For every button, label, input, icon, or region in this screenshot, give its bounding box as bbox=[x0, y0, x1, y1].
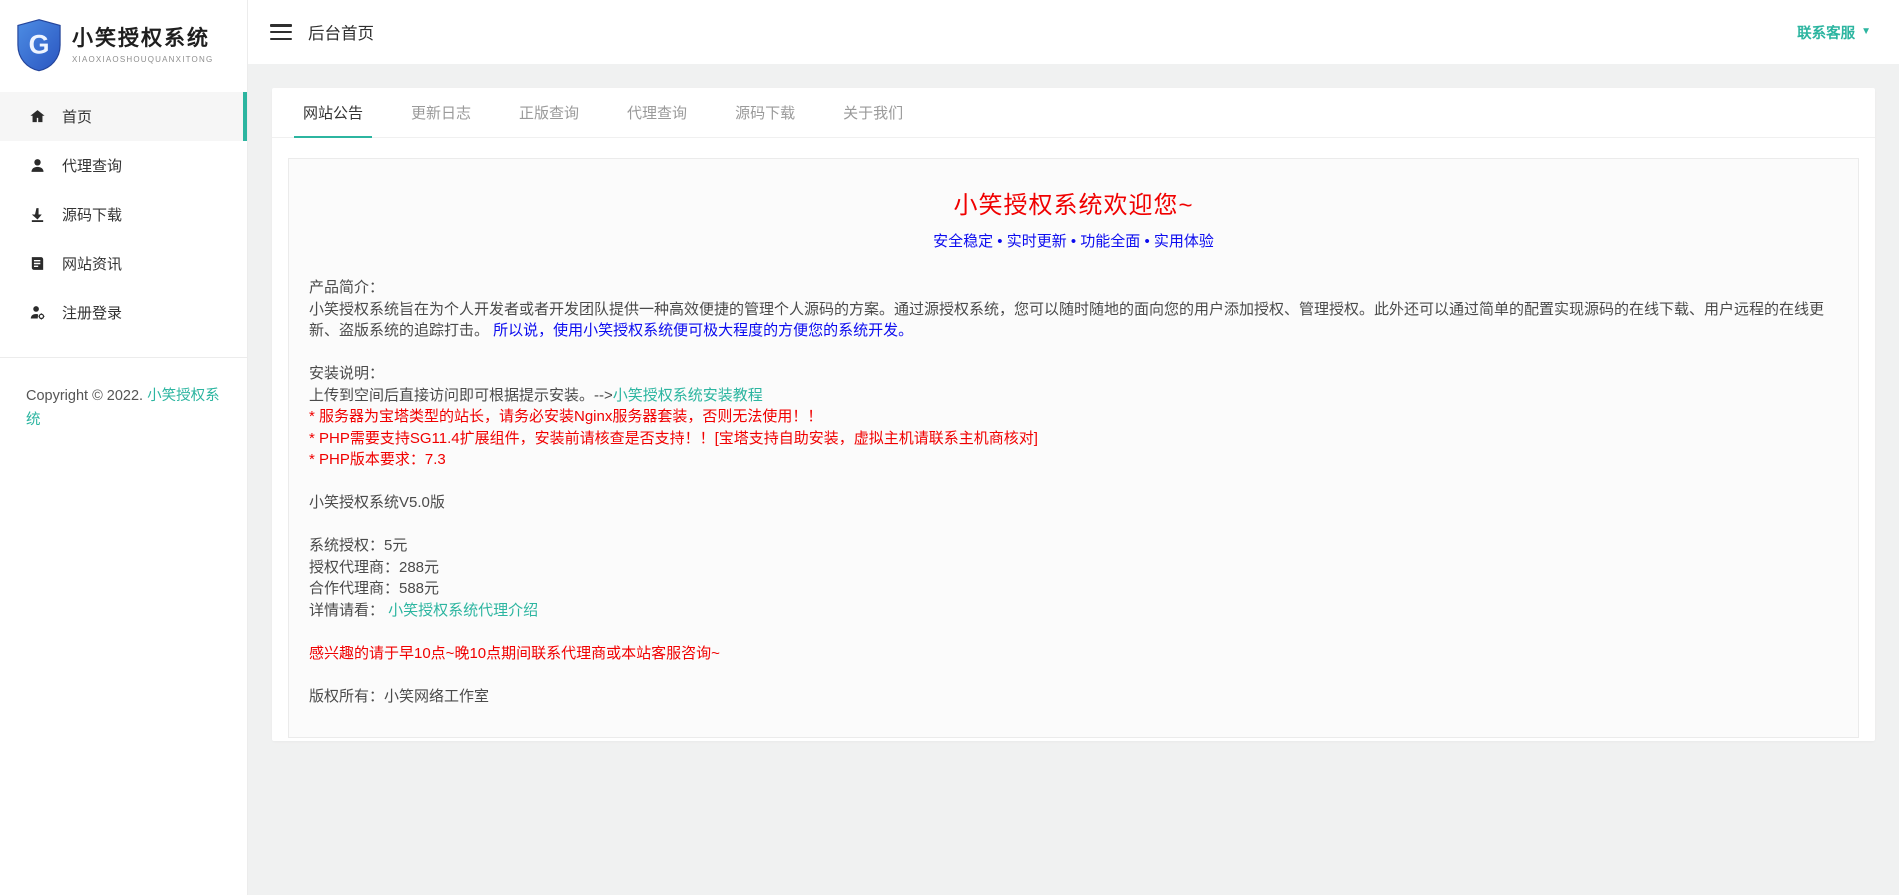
announcement-text: 版权所有：小笑网络工作室 bbox=[309, 688, 489, 705]
tab-site-announcement[interactable]: 网站公告 bbox=[288, 88, 378, 137]
announcement-subtitle: 安全稳定 • 实时更新 • 功能全面 • 实用体验 bbox=[309, 230, 1838, 251]
page-title: 后台首页 bbox=[308, 20, 374, 44]
announcement-line: 合作代理商：588元 bbox=[309, 578, 1838, 600]
announcement-blank-line bbox=[309, 471, 1838, 493]
announcement-line: * PHP需要支持SG11.4扩展组件，安装前请核查是否支持！！[宝塔支持自助安… bbox=[309, 428, 1838, 450]
tab-label: 正版查询 bbox=[519, 102, 579, 123]
tab-label: 源码下载 bbox=[735, 102, 795, 123]
copyright-text: Copyright © 2022. bbox=[26, 388, 147, 404]
announcement-text: * 服务器为宝塔类型的站长，请务必安装Nginx服务器套装，否则无法使用！！ bbox=[309, 408, 822, 425]
announcement-text: 上传到空间后直接访问即可根据提示安装。--> bbox=[309, 387, 613, 404]
tab-genuine-query[interactable]: 正版查询 bbox=[504, 88, 594, 137]
sidebar-item-label: 网站资讯 bbox=[62, 253, 122, 274]
tab-label: 关于我们 bbox=[843, 102, 903, 123]
content-area: 网站公告 更新日志 正版查询 代理查询 源码下载 关于我们 小笑授权系统欢迎您~… bbox=[248, 64, 1899, 895]
announcement-text: 产品简介： bbox=[309, 279, 384, 296]
sidebar-item-home[interactable]: 首页 bbox=[0, 92, 247, 141]
announcement-line: 上传到空间后直接访问即可根据提示安装。-->小笑授权系统安装教程 bbox=[309, 385, 1838, 407]
tab-bar: 网站公告 更新日志 正版查询 代理查询 源码下载 关于我们 bbox=[272, 88, 1875, 138]
sidebar: G 小笑授权系统 XIAOXIAOSHOUQUANXITONG 首页 代理查询 … bbox=[0, 0, 248, 895]
content-card: 网站公告 更新日志 正版查询 代理查询 源码下载 关于我们 小笑授权系统欢迎您~… bbox=[272, 88, 1875, 741]
tab-update-log[interactable]: 更新日志 bbox=[396, 88, 486, 137]
sidebar-item-register-login[interactable]: 注册登录 bbox=[0, 288, 247, 337]
announcement-blank-line bbox=[309, 514, 1838, 536]
announcement-text: 系统授权：5元 bbox=[309, 537, 407, 554]
tab-agent-query[interactable]: 代理查询 bbox=[612, 88, 702, 137]
topbar: 后台首页 联系客服 ▼ bbox=[248, 0, 1899, 64]
announcement-blank-line bbox=[309, 621, 1838, 643]
announcement-blank-line bbox=[309, 664, 1838, 686]
sidebar-item-source-download[interactable]: 源码下载 bbox=[0, 190, 247, 239]
menu-toggle-icon[interactable] bbox=[270, 24, 292, 40]
tab-label: 更新日志 bbox=[411, 102, 471, 123]
tab-about-us[interactable]: 关于我们 bbox=[828, 88, 918, 137]
announcement-text: 合作代理商：588元 bbox=[309, 580, 439, 597]
announcement-line: 系统授权：5元 bbox=[309, 535, 1838, 557]
brand: G 小笑授权系统 XIAOXIAOSHOUQUANXITONG bbox=[0, 0, 247, 92]
sidebar-item-agent-query[interactable]: 代理查询 bbox=[0, 141, 247, 190]
announcement-text: 小笑授权系统V5.0版 bbox=[309, 494, 445, 511]
announcement-line: 授权代理商：288元 bbox=[309, 557, 1838, 579]
announcement-line: 小笑授权系统旨在为个人开发者或者开发团队提供一种高效便捷的管理个人源码的方案。通… bbox=[309, 299, 1838, 342]
announcement-line: 安装说明： bbox=[309, 363, 1838, 385]
copyright: Copyright © 2022. 小笑授权系统 bbox=[0, 358, 247, 432]
brand-subtitle: XIAOXIAOSHOUQUANXITONG bbox=[72, 55, 213, 64]
tab-label: 网站公告 bbox=[303, 102, 363, 123]
tab-source-download[interactable]: 源码下载 bbox=[720, 88, 810, 137]
brand-title: 小笑授权系统 bbox=[72, 26, 213, 52]
sidebar-item-label: 注册登录 bbox=[62, 302, 122, 323]
home-icon bbox=[28, 108, 46, 126]
announcement-text: 感兴趣的请于早10点~晚10点期间联系代理商或本站客服咨询~ bbox=[309, 645, 720, 662]
sidebar-menu: 首页 代理查询 源码下载 网站资讯 注册登录 bbox=[0, 92, 247, 337]
announcement-line: 感兴趣的请于早10点~晚10点期间联系代理商或本站客服咨询~ bbox=[309, 643, 1838, 665]
announcement-text: * PHP版本要求：7.3 bbox=[309, 451, 446, 468]
contact-support-button[interactable]: 联系客服 ▼ bbox=[1797, 22, 1871, 43]
announcement-link[interactable]: 小笑授权系统代理介绍 bbox=[388, 602, 538, 619]
announcement-blank-line bbox=[309, 342, 1838, 364]
contact-support-label: 联系客服 bbox=[1797, 22, 1855, 43]
announcement-text: 安装说明： bbox=[309, 365, 384, 382]
news-icon bbox=[28, 255, 46, 273]
brand-text: 小笑授权系统 XIAOXIAOSHOUQUANXITONG bbox=[72, 26, 213, 64]
announcement-line: 产品简介： bbox=[309, 277, 1838, 299]
user-icon bbox=[28, 157, 46, 175]
user-gear-icon bbox=[28, 304, 46, 322]
announcement-text: 授权代理商：288元 bbox=[309, 559, 439, 576]
announcement-text: 详情请看： bbox=[309, 602, 388, 619]
sidebar-item-label: 源码下载 bbox=[62, 204, 122, 225]
announcement-link[interactable]: 小笑授权系统安装教程 bbox=[613, 387, 763, 404]
announcement-line: 版权所有：小笑网络工作室 bbox=[309, 686, 1838, 708]
announcement-line: 小笑授权系统V5.0版 bbox=[309, 492, 1838, 514]
tab-label: 代理查询 bbox=[627, 102, 687, 123]
sidebar-item-label: 首页 bbox=[62, 106, 92, 127]
announcement-line: * PHP版本要求：7.3 bbox=[309, 449, 1838, 471]
main-column: 后台首页 联系客服 ▼ 网站公告 更新日志 正版查询 代理查询 源码下载 关于我… bbox=[248, 0, 1899, 895]
announcement-body: 产品简介： 小笑授权系统旨在为个人开发者或者开发团队提供一种高效便捷的管理个人源码… bbox=[309, 277, 1838, 707]
svg-text:G: G bbox=[29, 30, 50, 60]
announcement-panel: 小笑授权系统欢迎您~ 安全稳定 • 实时更新 • 功能全面 • 实用体验 产品简… bbox=[288, 158, 1859, 738]
announcement-title: 小笑授权系统欢迎您~ bbox=[309, 185, 1838, 220]
brand-shield-icon: G bbox=[16, 18, 62, 72]
sidebar-item-label: 代理查询 bbox=[62, 155, 122, 176]
caret-down-icon: ▼ bbox=[1861, 27, 1871, 37]
download-icon bbox=[28, 206, 46, 224]
announcement-text: * PHP需要支持SG11.4扩展组件，安装前请核查是否支持！！[宝塔支持自助安… bbox=[309, 430, 1038, 447]
announcement-line: * 服务器为宝塔类型的站长，请务必安装Nginx服务器套装，否则无法使用！！ bbox=[309, 406, 1838, 428]
announcement-text: 所以说，使用小笑授权系统便可极大程度的方便您的系统开发。 bbox=[489, 322, 913, 339]
sidebar-item-site-news[interactable]: 网站资讯 bbox=[0, 239, 247, 288]
announcement-line: 详情请看： 小笑授权系统代理介绍 bbox=[309, 600, 1838, 622]
